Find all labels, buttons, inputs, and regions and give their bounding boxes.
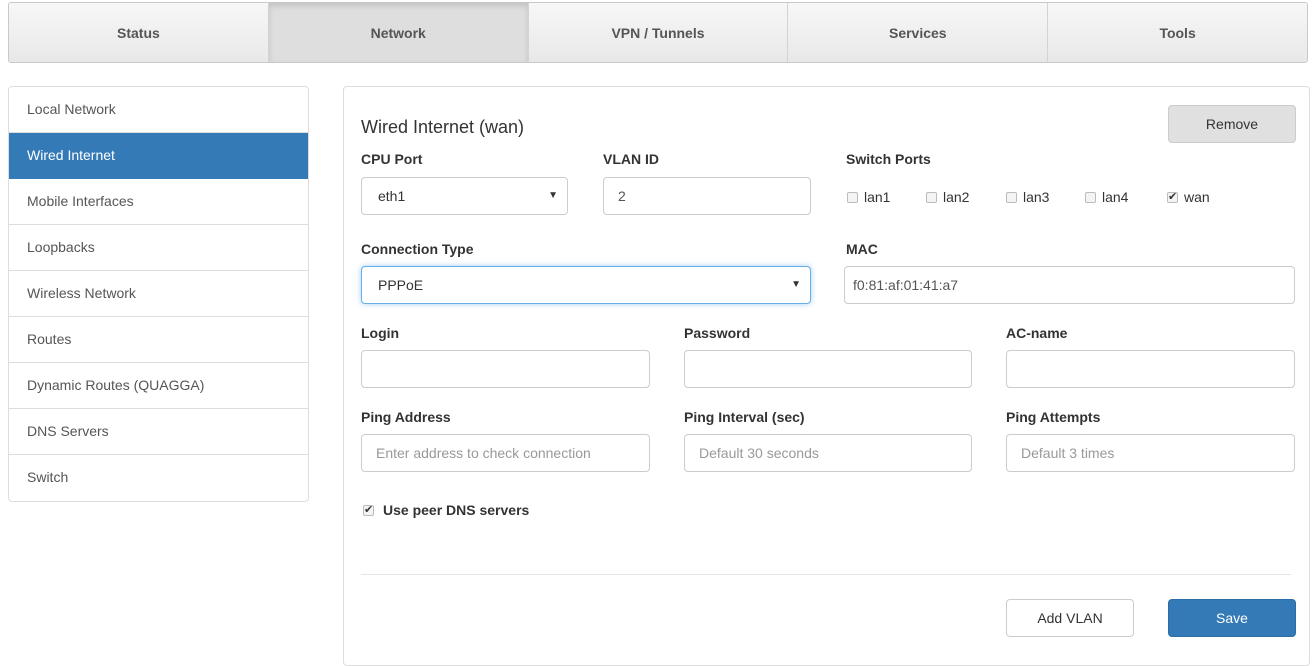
password-label: Password <box>684 325 751 341</box>
sidebar-item-wired-internet[interactable]: Wired Internet <box>9 133 308 179</box>
sidebar-item-dns-servers[interactable]: DNS Servers <box>9 409 308 455</box>
cpu-port-label: CPU Port <box>361 151 423 167</box>
remove-button[interactable]: Remove <box>1168 105 1296 143</box>
checkbox-icon <box>926 192 937 203</box>
login-label: Login <box>361 325 400 341</box>
connection-type-label: Connection Type <box>361 241 474 257</box>
sidebar-item-dynamic-routes[interactable]: Dynamic Routes (QUAGGA) <box>9 363 308 409</box>
chevron-down-icon: ▼ <box>548 190 558 201</box>
switch-ports-label: Switch Ports <box>846 151 931 167</box>
peer-dns-label: Use peer DNS servers <box>383 502 530 518</box>
mac-input[interactable] <box>844 266 1295 304</box>
tab-status[interactable]: Status <box>9 3 269 62</box>
port-label: lan3 <box>1023 189 1050 205</box>
checkbox-checked-icon <box>1167 190 1178 203</box>
sidebar-item-loopbacks[interactable]: Loopbacks <box>9 225 308 271</box>
mac-label: MAC <box>846 241 878 257</box>
sidebar-item-wireless-network[interactable]: Wireless Network <box>9 271 308 317</box>
sidebar-item-routes[interactable]: Routes <box>9 317 308 363</box>
port-checkbox-wan[interactable]: wan <box>1167 189 1210 205</box>
tab-network[interactable]: Network <box>268 3 529 62</box>
checkbox-icon <box>1085 192 1096 203</box>
port-label: lan4 <box>1102 189 1129 205</box>
tab-services[interactable]: Services <box>788 3 1049 62</box>
ac-name-label: AC-name <box>1006 325 1068 341</box>
ping-address-label: Ping Address <box>361 409 451 425</box>
ping-interval-input[interactable] <box>684 434 972 472</box>
port-label: lan2 <box>943 189 970 205</box>
cpu-port-value: eth1 <box>378 188 406 204</box>
add-vlan-button[interactable]: Add VLAN <box>1006 599 1134 637</box>
checkbox-checked-icon <box>363 503 374 516</box>
ping-attempts-input[interactable] <box>1006 434 1295 472</box>
port-label: wan <box>1184 189 1210 205</box>
ac-name-input[interactable] <box>1006 350 1295 388</box>
sidebar-item-switch[interactable]: Switch <box>9 455 308 501</box>
sidebar-item-local-network[interactable]: Local Network <box>9 87 308 133</box>
peer-dns-checkbox[interactable]: Use peer DNS servers <box>363 502 529 518</box>
vlan-id-input[interactable] <box>603 177 811 215</box>
save-button[interactable]: Save <box>1168 599 1296 637</box>
ping-address-input[interactable] <box>361 434 650 472</box>
ping-interval-label: Ping Interval (sec) <box>684 409 805 425</box>
connection-type-value: PPPoE <box>378 277 424 293</box>
interface-settings-panel: Wired Internet (wan) Remove CPU Port VLA… <box>343 86 1310 666</box>
port-label: lan1 <box>864 189 891 205</box>
tab-tools[interactable]: Tools <box>1048 3 1307 62</box>
checkbox-icon <box>847 192 858 203</box>
ping-attempts-label: Ping Attempts <box>1006 409 1101 425</box>
sidebar-menu: Local Network Wired Internet Mobile Inte… <box>8 86 309 502</box>
tab-vpn-tunnels[interactable]: VPN / Tunnels <box>528 3 789 62</box>
form-divider <box>361 574 1291 575</box>
port-checkbox-lan1[interactable]: lan1 <box>847 189 890 205</box>
password-input[interactable] <box>684 350 972 388</box>
sidebar-item-mobile-interfaces[interactable]: Mobile Interfaces <box>9 179 308 225</box>
login-input[interactable] <box>361 350 650 388</box>
port-checkbox-lan4[interactable]: lan4 <box>1085 189 1128 205</box>
panel-title: Wired Internet (wan) <box>361 117 525 137</box>
chevron-down-icon: ▼ <box>791 279 801 290</box>
vlan-id-label: VLAN ID <box>603 151 659 167</box>
port-checkbox-lan2[interactable]: lan2 <box>926 189 969 205</box>
top-navigation: Status Network VPN / Tunnels Services To… <box>8 2 1308 63</box>
cpu-port-select[interactable]: eth1 ▼ <box>361 177 568 215</box>
port-checkbox-lan3[interactable]: lan3 <box>1006 189 1049 205</box>
checkbox-icon <box>1006 192 1017 203</box>
connection-type-select[interactable]: PPPoE ▼ <box>361 266 811 304</box>
